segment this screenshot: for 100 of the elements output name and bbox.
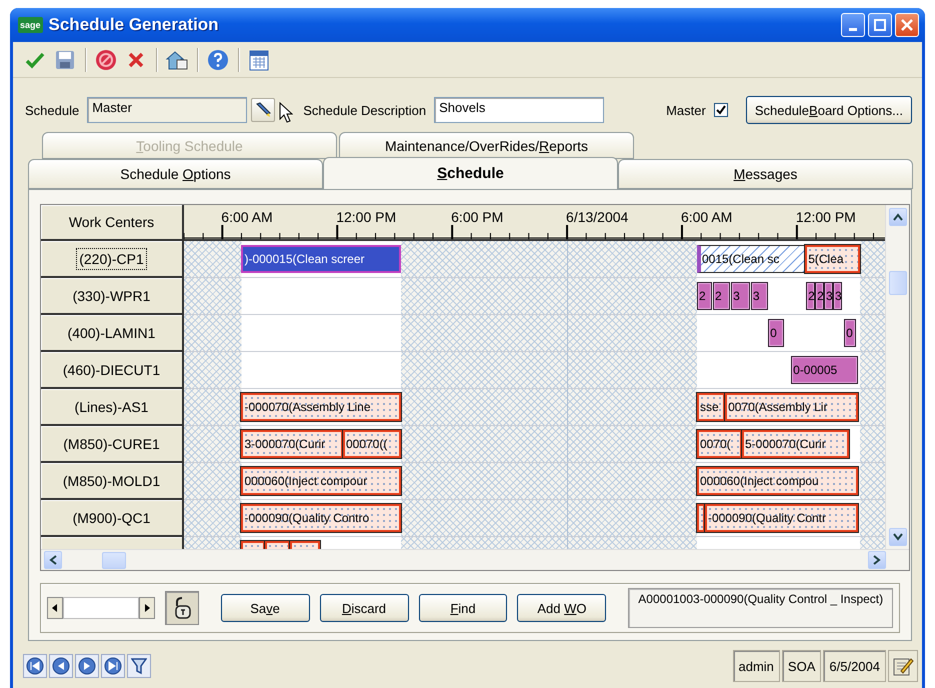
- work-center-label: (Lines)-AS1: [74, 398, 150, 417]
- status-field: admin: [732, 650, 780, 682]
- master-checkbox[interactable]: [714, 103, 728, 117]
- work-center-cell[interactable]: (220)-CP1: [41, 241, 184, 278]
- triangle-right-icon: [144, 604, 150, 612]
- scroll-left-button[interactable]: [44, 551, 62, 569]
- delete-icon: [128, 52, 144, 68]
- calendar-icon: [249, 48, 269, 70]
- scroll-thumb[interactable]: [102, 552, 126, 568]
- previous-record-button[interactable]: [49, 654, 73, 678]
- schedule-bar[interactable]: 0: [844, 319, 856, 347]
- vertical-scrollbar[interactable]: [885, 205, 909, 549]
- schedule-field[interactable]: Master: [87, 97, 248, 123]
- schedule-bar[interactable]: 0-00005: [791, 356, 858, 384]
- chevron-down-icon: [892, 533, 902, 541]
- status-field: SOA: [782, 650, 822, 682]
- work-center-cell[interactable]: (400)-LAMIN1: [41, 315, 184, 352]
- first-icon: [26, 657, 44, 675]
- field-label: Schedule Description: [303, 102, 426, 118]
- time-label: 12:00 PM: [796, 209, 856, 225]
- last-record-button[interactable]: [101, 654, 125, 678]
- schedule-bar[interactable]: -000070(Assembly Line: [241, 393, 402, 421]
- schedule-bar[interactable]: [696, 504, 705, 532]
- scroll-up-button[interactable]: [888, 208, 906, 226]
- filter-button[interactable]: [127, 654, 151, 678]
- status-field: 6/5/2004: [823, 650, 886, 682]
- app-logo: sage: [18, 17, 43, 33]
- horizontal-scrollbar[interactable]: [41, 549, 909, 570]
- time-label: 6:00 PM: [451, 209, 504, 225]
- time-label: 6:00 AM: [680, 209, 732, 225]
- work-center-cell[interactable]: (M850)-MOLD1: [41, 463, 184, 500]
- schedule-bar[interactable]: 0070(: [696, 430, 742, 458]
- spin-field[interactable]: [63, 597, 139, 619]
- close-button[interactable]: [895, 13, 919, 37]
- next-record-button[interactable]: [75, 654, 99, 678]
- last-icon: [104, 657, 122, 675]
- action-button[interactable]: Save: [220, 594, 310, 622]
- lock-button[interactable]: [165, 591, 199, 625]
- schedule-bar[interactable]: 3-000070(Curir: [241, 430, 343, 458]
- scroll-down-button[interactable]: [888, 528, 906, 546]
- action-button[interactable]: Discard: [320, 594, 408, 622]
- time-label: 12:00 PM: [336, 209, 396, 225]
- schedule-bar[interactable]: -000090(Quality Contr: [704, 504, 858, 532]
- work-center-label: (M850)-CURE1: [62, 434, 161, 454]
- lookup-button[interactable]: [251, 98, 276, 122]
- tab[interactable]: Schedule: [323, 157, 618, 189]
- pencil-icon: [254, 101, 272, 119]
- work-center-label: (330)-WPR1: [72, 286, 152, 306]
- check-icon: [716, 105, 726, 115]
- tab[interactable]: Maintenance/OverRides/Reports: [339, 132, 634, 159]
- minimize-button[interactable]: [841, 13, 865, 37]
- work-center-cell[interactable]: (M850)-CURE1: [41, 426, 184, 463]
- column-header: Work Centers: [41, 205, 184, 241]
- previous-icon: [52, 657, 70, 675]
- check-icon: [25, 50, 45, 68]
- time-label: 6:00 AM: [221, 209, 273, 225]
- scroll-thumb[interactable]: [888, 271, 906, 295]
- description-field[interactable]: Shovels: [434, 97, 604, 123]
- work-center-label: (M900)-QC1: [72, 508, 152, 528]
- schedule-bar[interactable]: 5-000070(Curir: [742, 430, 849, 458]
- schedule-bar[interactable]: -000090(Quality Contro: [241, 504, 402, 532]
- schedule-bar[interactable]: 3: [750, 282, 768, 310]
- tab[interactable]: Schedule Options: [28, 159, 323, 189]
- schedule-bar[interactable]: )-000015(Clean screer: [241, 245, 402, 273]
- maximize-icon: [874, 19, 886, 31]
- schedule-bar[interactable]: 2: [712, 282, 730, 310]
- save-icon: [55, 50, 75, 70]
- maximize-button[interactable]: [868, 13, 892, 37]
- schedule-bar[interactable]: 00070((: [342, 430, 402, 458]
- work-center-label: (220)-CP1: [76, 248, 147, 270]
- time-label: 6/13/2004: [566, 209, 628, 225]
- minimize-icon: [849, 28, 857, 31]
- window-title: Schedule Generation: [48, 15, 219, 35]
- help-icon: [207, 48, 229, 70]
- schedule-bar[interactable]: 000060(Inject compour: [241, 467, 402, 495]
- schedule-bar[interactable]: 0015(Clean sc: [696, 245, 806, 273]
- work-center-cell[interactable]: (M900)-QC1: [41, 500, 184, 537]
- tab[interactable]: Messages: [618, 159, 913, 189]
- action-button[interactable]: Add WO: [517, 594, 606, 622]
- work-center-label: (400)-LAMIN1: [66, 324, 156, 343]
- house-icon: [165, 48, 189, 70]
- previous-button[interactable]: [47, 597, 63, 619]
- first-record-button[interactable]: [23, 654, 47, 678]
- work-center-cell[interactable]: (460)-DIECUT1: [41, 352, 184, 389]
- schedule-bar[interactable]: 3: [731, 282, 750, 310]
- schedule-bar[interactable]: 2: [696, 282, 712, 310]
- schedule-bar[interactable]: sse: [696, 393, 726, 421]
- checkbox-label: Master: [666, 102, 706, 118]
- next-icon: [78, 657, 96, 675]
- schedule-bar[interactable]: 0: [768, 319, 784, 347]
- scroll-right-button[interactable]: [868, 551, 886, 569]
- field-label: Schedule: [25, 102, 80, 118]
- schedule-bar[interactable]: 5(Clea: [805, 245, 860, 273]
- work-center-cell[interactable]: (Lines)-AS1: [41, 389, 184, 426]
- scheduleboard-options-button[interactable]: ScheduleBoard Options...: [746, 96, 912, 124]
- action-button[interactable]: Find: [418, 594, 508, 622]
- next-button[interactable]: [139, 597, 155, 619]
- schedule-bar[interactable]: 000060(Inject compou: [696, 467, 858, 495]
- work-center-cell[interactable]: (330)-WPR1: [41, 278, 184, 315]
- schedule-bar[interactable]: 0070(Assembly Lir: [725, 393, 858, 421]
